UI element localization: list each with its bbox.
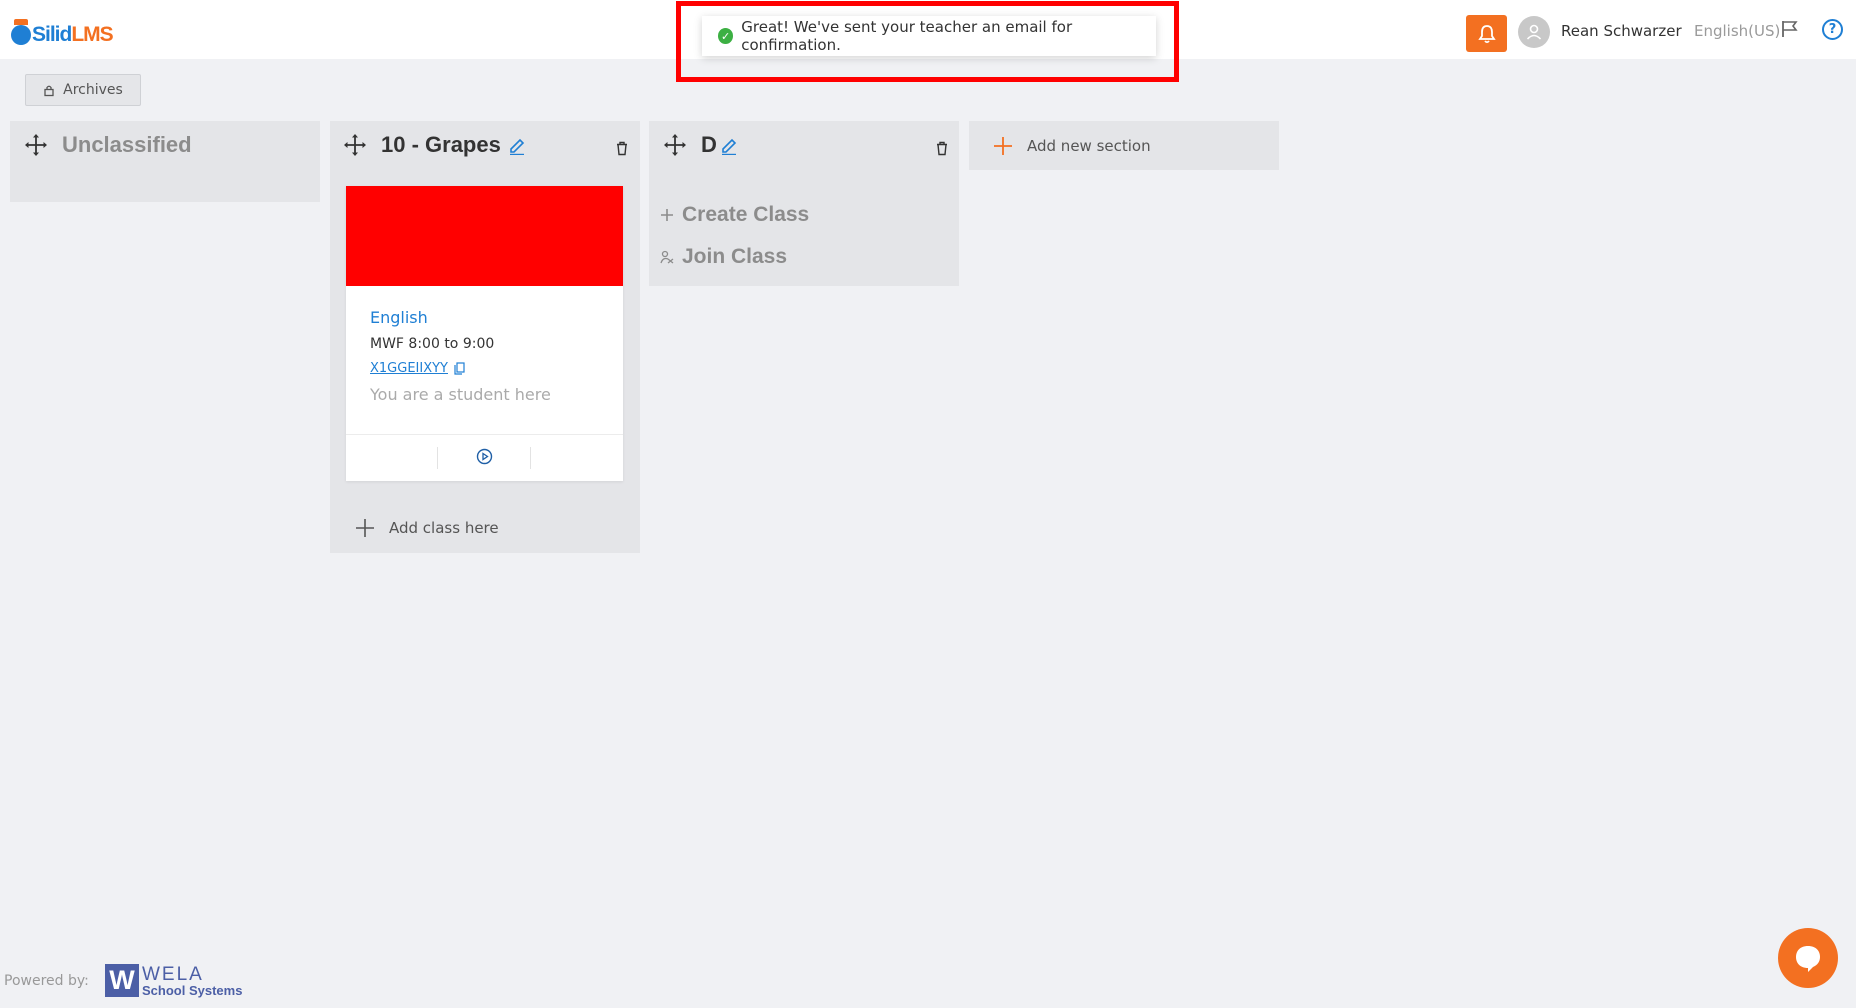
class-role: You are a student here <box>370 385 551 404</box>
join-icon <box>660 250 674 264</box>
lock-icon <box>44 85 54 96</box>
confirmation-toast: ✓ Great! We've sent your teacher an emai… <box>702 16 1156 56</box>
section-header-10-grapes: 10 - Grapes <box>343 132 527 158</box>
class-schedule: MWF 8:00 to 9:00 <box>370 336 495 352</box>
create-class-label: Create Class <box>682 203 810 226</box>
bell-icon <box>1477 24 1496 43</box>
chat-icon <box>1796 946 1820 972</box>
play-icon[interactable] <box>476 448 493 465</box>
wela-brand-name: WELA <box>142 963 204 985</box>
chat-button[interactable] <box>1778 928 1838 988</box>
help-icon[interactable]: ? <box>1822 19 1843 40</box>
section-title: D <box>701 132 717 157</box>
join-class-button[interactable]: Join Class <box>660 245 787 269</box>
class-card-banner <box>346 186 623 286</box>
plus-icon <box>356 519 374 537</box>
flag-icon <box>1782 21 1798 37</box>
powered-by-label: Powered by: <box>4 973 89 989</box>
add-class-button[interactable]: Add class here <box>355 518 499 538</box>
wela-w-icon: W <box>105 964 139 997</box>
section-title: Unclassified <box>62 132 192 157</box>
archives-label: Archives <box>63 82 123 98</box>
move-icon[interactable] <box>24 133 48 157</box>
edit-icon[interactable] <box>719 135 739 155</box>
trash-icon[interactable] <box>935 141 949 156</box>
user-icon <box>1526 24 1542 40</box>
notifications-button[interactable] <box>1466 15 1507 52</box>
logo[interactable]: SilidLMS <box>11 19 114 50</box>
report-flag-button[interactable] <box>1780 19 1800 43</box>
logo-badge-icon <box>11 19 31 45</box>
toast-message: Great! We've sent your teacher an email … <box>741 18 1073 54</box>
section-title: 10 - Grapes <box>381 132 501 157</box>
create-class-button[interactable]: Create Class <box>660 203 809 227</box>
plus-icon <box>661 209 673 221</box>
add-section-label: Add new section <box>1027 136 1151 155</box>
class-card[interactable]: English MWF 8:00 to 9:00 X1GGEIIXYY You … <box>346 186 623 481</box>
logo-text-lms: LMS <box>71 23 113 46</box>
class-code-row: X1GGEIIXYY <box>370 361 599 376</box>
join-class-label: Join Class <box>682 245 788 268</box>
add-new-section-button[interactable]: Add new section <box>969 121 1279 170</box>
copy-icon[interactable] <box>454 362 465 375</box>
wela-logo[interactable]: W WELA School Systems <box>105 964 242 997</box>
class-card-footer <box>346 434 623 481</box>
check-icon: ✓ <box>718 28 734 44</box>
move-icon[interactable] <box>663 133 687 157</box>
section-header-d: D <box>663 132 739 158</box>
divider <box>530 447 531 469</box>
user-name[interactable]: Rean Schwarzer <box>1561 22 1682 40</box>
class-code[interactable]: X1GGEIIXYY <box>370 361 448 376</box>
class-subject[interactable]: English <box>370 308 599 327</box>
archives-button[interactable]: Archives <box>25 74 141 106</box>
edit-icon[interactable] <box>507 135 527 155</box>
divider <box>437 447 438 469</box>
avatar[interactable] <box>1518 16 1550 48</box>
logo-text-silid: Silid <box>32 23 72 46</box>
language-selector[interactable]: English(US) <box>1694 22 1780 40</box>
trash-icon[interactable] <box>615 141 629 156</box>
section-header-unclassified: Unclassified <box>24 132 192 158</box>
wela-brand-sub: School Systems <box>142 982 243 998</box>
move-icon[interactable] <box>343 133 367 157</box>
plus-icon <box>994 136 1012 155</box>
add-class-label: Add class here <box>389 519 499 537</box>
